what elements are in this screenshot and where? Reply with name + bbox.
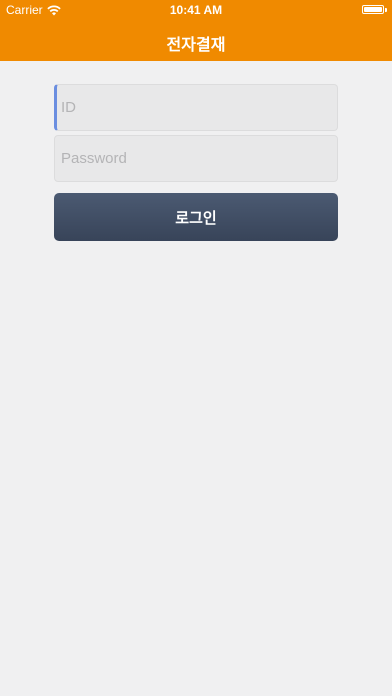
login-button[interactable]: 로그인 [54, 193, 338, 241]
app-header: Carrier 10:41 AM 전자결재 [0, 0, 392, 61]
battery-level-fill [364, 7, 382, 12]
password-input[interactable] [54, 135, 338, 182]
status-time: 10:41 AM [169, 3, 223, 17]
battery-icon [362, 5, 384, 14]
id-input[interactable] [54, 84, 338, 131]
status-bar: Carrier 10:41 AM [0, 0, 392, 20]
page-title: 전자결재 [166, 37, 226, 54]
battery-tip [385, 8, 387, 12]
